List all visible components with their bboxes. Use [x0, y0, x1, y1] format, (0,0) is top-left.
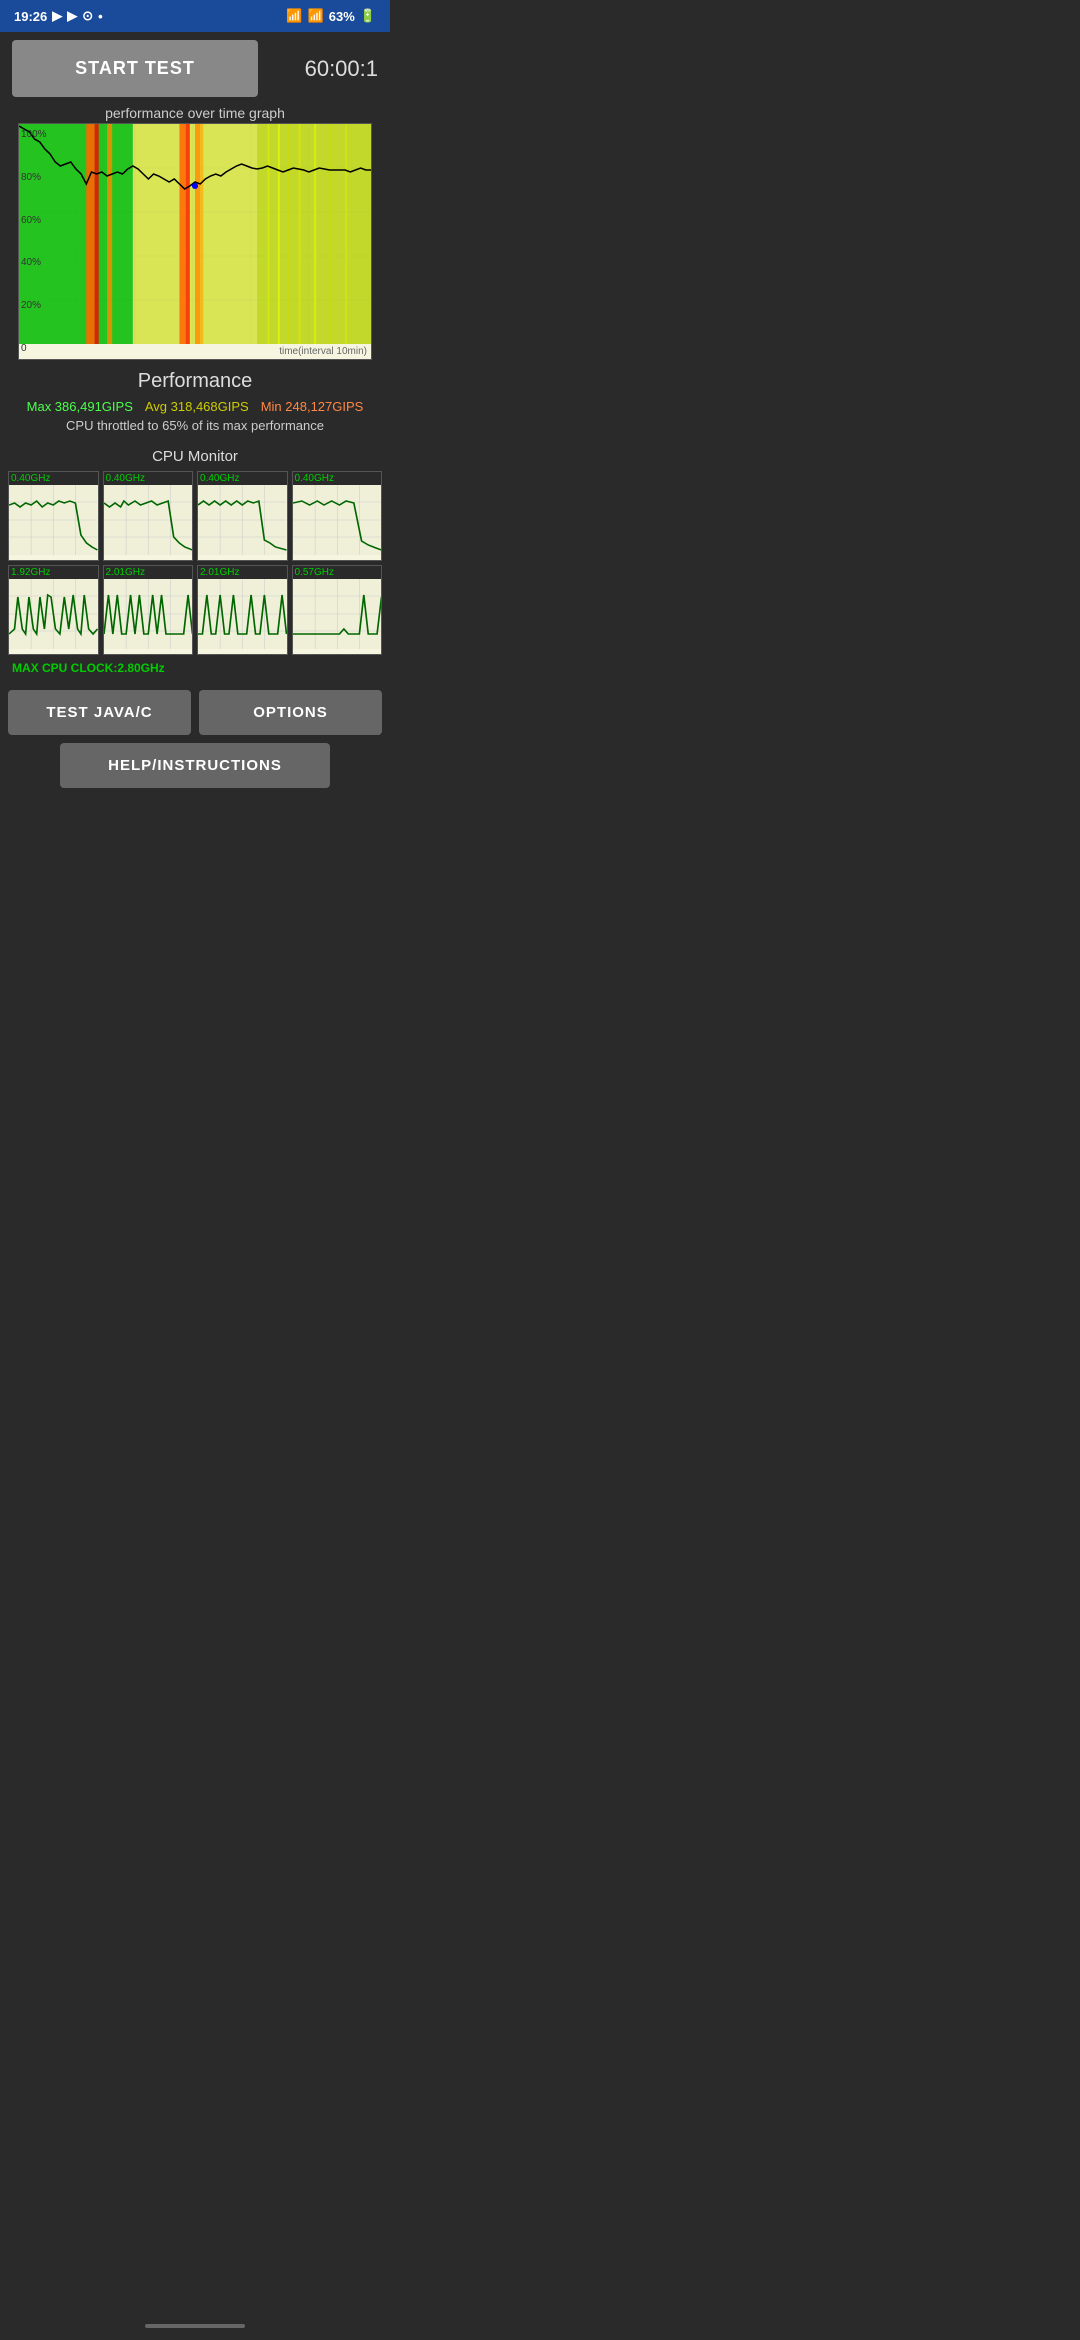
top-controls: START TEST 60:00:1 — [0, 32, 390, 105]
performance-section: Performance Max 386,491GIPS Avg 318,468G… — [0, 360, 390, 438]
cpu-monitor-section: CPU Monitor 0.40GHz 0.40GHz — [0, 438, 390, 682]
y-100: 100% — [21, 129, 47, 140]
cpu-core-1: 0.40GHz — [8, 471, 99, 561]
core5-freq: 1.92GHz — [9, 566, 98, 579]
graph-section: performance over time graph 100% 80% 60%… — [0, 105, 390, 360]
youtube-icon1: ▶ — [52, 8, 62, 24]
performance-stats: Max 386,491GIPS Avg 318,468GIPS Min 248,… — [0, 399, 390, 414]
cpu-grid-row2: 1.92GHz 2.01GHz — [8, 565, 382, 655]
wifi-icon: ⊙ — [82, 8, 93, 24]
cpu-core-2: 0.40GHz — [103, 471, 194, 561]
performance-title: Performance — [0, 370, 390, 393]
core2-graph — [104, 485, 193, 555]
time-label: time(interval 10min) — [19, 344, 371, 359]
battery-display: 63% — [329, 9, 355, 24]
core5-graph — [9, 579, 98, 649]
battery-icon: 🔋 — [360, 8, 376, 24]
core2-freq: 0.40GHz — [104, 472, 193, 485]
cpu-core-4: 0.40GHz — [292, 471, 383, 561]
y-20: 20% — [21, 300, 47, 311]
options-button[interactable]: OPTIONS — [199, 690, 382, 735]
graph-title: performance over time graph — [8, 105, 382, 121]
graph-svg — [19, 124, 371, 344]
core1-graph — [9, 485, 98, 555]
help-button[interactable]: HELP/INSTRUCTIONS — [60, 743, 330, 788]
core4-freq: 0.40GHz — [293, 472, 382, 485]
core3-graph — [198, 485, 287, 555]
y-axis-labels: 100% 80% 60% 40% 20% 0 — [19, 124, 49, 359]
core7-graph — [198, 579, 287, 649]
bottom-buttons: TEST JAVA/C OPTIONS — [0, 682, 390, 735]
test-java-button[interactable]: TEST JAVA/C — [8, 690, 191, 735]
cpu-core-6: 2.01GHz — [103, 565, 194, 655]
core7-freq: 2.01GHz — [198, 566, 287, 579]
cpu-monitor-title: CPU Monitor — [8, 448, 382, 465]
cpu-core-3: 0.40GHz — [197, 471, 288, 561]
start-test-button[interactable]: START TEST — [12, 40, 258, 97]
max-cpu-clock: MAX CPU CLOCK:2.80GHz — [8, 659, 382, 677]
wifi-strength-icon: 📶 — [286, 8, 302, 24]
throttle-text: CPU throttled to 65% of its max performa… — [0, 418, 390, 433]
core6-freq: 2.01GHz — [104, 566, 193, 579]
time-display: 19:26 — [14, 9, 47, 24]
nav-bar — [0, 2312, 390, 2340]
dot-icon: • — [98, 9, 103, 24]
y-40: 40% — [21, 257, 47, 268]
core6-graph — [104, 579, 193, 649]
status-right: 📶 📶 63% 🔋 — [286, 8, 376, 24]
avg-stat: Avg 318,468GIPS — [145, 399, 249, 414]
nav-pill — [145, 2324, 245, 2328]
status-bar: 19:26 ▶ ▶ ⊙ • 📶 📶 63% 🔋 — [0, 0, 390, 32]
core4-graph — [293, 485, 382, 555]
max-stat: Max 386,491GIPS — [27, 399, 133, 414]
cpu-grid-row1: 0.40GHz 0.40GHz — [8, 471, 382, 561]
core3-freq: 0.40GHz — [198, 472, 287, 485]
help-btn-container: HELP/INSTRUCTIONS — [0, 735, 390, 800]
timer-display: 60:00:1 — [268, 56, 378, 82]
cpu-core-7: 2.01GHz — [197, 565, 288, 655]
performance-graph: 100% 80% 60% 40% 20% 0 — [18, 123, 372, 360]
core1-freq: 0.40GHz — [9, 472, 98, 485]
y-0: 0 — [21, 343, 47, 354]
min-stat: Min 248,127GIPS — [261, 399, 364, 414]
cpu-core-5: 1.92GHz — [8, 565, 99, 655]
core8-graph — [293, 579, 382, 649]
status-left: 19:26 ▶ ▶ ⊙ • — [14, 8, 103, 24]
y-60: 60% — [21, 215, 47, 226]
youtube-icon2: ▶ — [67, 8, 77, 24]
spacer — [0, 800, 390, 850]
y-80: 80% — [21, 172, 47, 183]
cpu-core-8: 0.57GHz — [292, 565, 383, 655]
core8-freq: 0.57GHz — [293, 566, 382, 579]
signal-icon: 📶 — [308, 8, 324, 24]
